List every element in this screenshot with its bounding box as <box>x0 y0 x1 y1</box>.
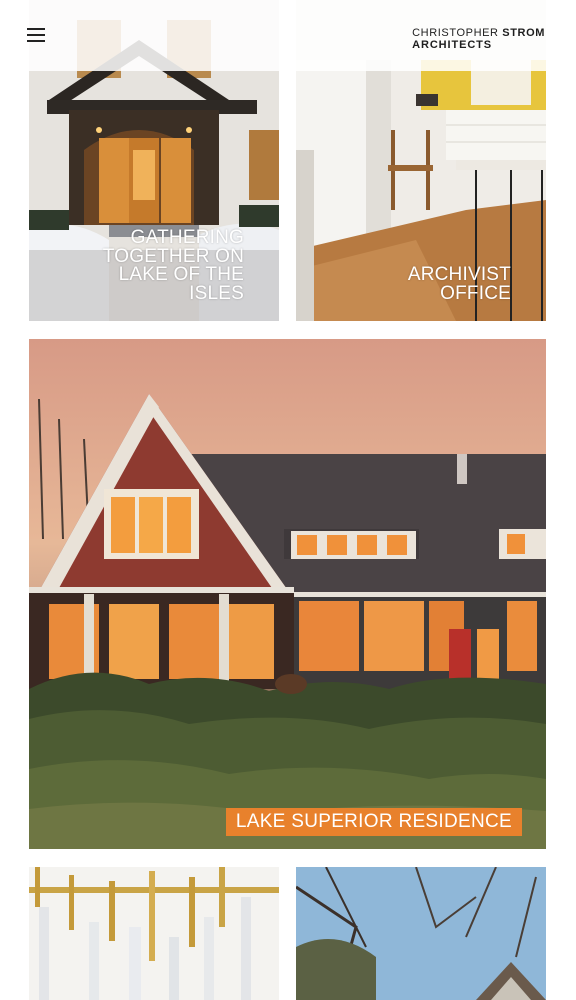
logo-name-last: STROM <box>502 27 545 39</box>
page: CHRISTOPHER STROM ARCHITECTS GATHERING T… <box>0 0 576 1000</box>
lake-superior-house-image <box>29 339 546 849</box>
logo-name-first: CHRISTOPHER <box>412 27 503 39</box>
menu-bar <box>27 40 45 42</box>
menu-bar <box>27 34 45 36</box>
tile-caption: GATHERING TOGETHER ON LAKE OF THE ISLES <box>103 227 244 304</box>
caption-line: GATHERING <box>130 227 244 248</box>
logo-line-2: ARCHITECTS <box>412 39 493 51</box>
caption-line: ISLES <box>189 282 244 304</box>
site-logo[interactable]: CHRISTOPHER STROM ARCHITECTS <box>412 27 545 51</box>
woodland-house-image <box>296 867 546 1000</box>
caption-line: OFFICE <box>440 282 511 304</box>
caption-line: ARCHIVIST <box>407 264 511 285</box>
site-header: CHRISTOPHER STROM ARCHITECTS <box>0 0 576 71</box>
project-title-badge: LAKE SUPERIOR RESIDENCE <box>225 808 522 836</box>
project-tile-lake-superior-residence[interactable]: LAKE SUPERIOR RESIDENCE <box>29 339 546 849</box>
tile-caption: ARCHIVIST OFFICE <box>407 264 511 304</box>
project-tile-chandelier[interactable] <box>29 867 279 1000</box>
chandelier-image <box>29 867 279 1000</box>
logo-line-1: CHRISTOPHER STROM <box>412 27 545 39</box>
hamburger-menu-icon[interactable] <box>27 28 45 42</box>
caption-line: LAKE OF THE <box>118 264 244 285</box>
project-tile-woodland[interactable] <box>296 867 546 1000</box>
menu-bar <box>27 28 45 30</box>
